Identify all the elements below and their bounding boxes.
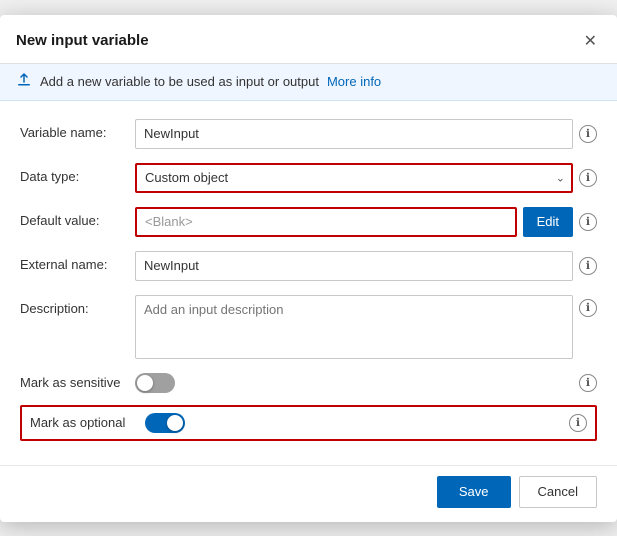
mark-sensitive-label: Mark as sensitive [20, 375, 135, 390]
info-banner: Add a new variable to be used as input o… [0, 64, 617, 101]
description-textarea[interactable] [135, 295, 573, 359]
info-symbol: ℹ [586, 127, 590, 140]
variable-name-label: Variable name: [20, 119, 135, 140]
description-row: Description: ℹ [20, 295, 597, 359]
data-type-control: Custom object Text Number Boolean Date ⌄… [135, 163, 597, 193]
mark-optional-row: Mark as optional ℹ [20, 405, 597, 441]
default-value-row: Default value: Edit ℹ [20, 207, 597, 237]
variable-name-input[interactable] [135, 119, 573, 149]
dialog-footer: Save Cancel [0, 465, 617, 522]
dialog-title: New input variable [16, 32, 149, 49]
description-label: Description: [20, 295, 135, 316]
close-icon: ✕ [584, 31, 597, 51]
external-name-row: External name: ℹ [20, 251, 597, 281]
banner-text: Add a new variable to be used as input o… [40, 74, 319, 89]
data-type-select-wrap: Custom object Text Number Boolean Date ⌄ [135, 163, 573, 193]
info-symbol: ℹ [586, 259, 590, 272]
description-control: ℹ [135, 295, 597, 359]
new-input-variable-dialog: New input variable ✕ Add a new variable … [0, 15, 617, 522]
info-symbol: ℹ [586, 301, 590, 314]
mark-sensitive-row: Mark as sensitive ℹ [20, 373, 597, 393]
info-symbol: ℹ [586, 171, 590, 184]
mark-optional-toggle[interactable] [145, 413, 185, 433]
external-name-control: ℹ [135, 251, 597, 281]
edit-button[interactable]: Edit [523, 207, 573, 237]
variable-name-row: Variable name: ℹ [20, 119, 597, 149]
default-value-info-icon[interactable]: ℹ [579, 213, 597, 231]
toggle-thumb-sensitive [137, 375, 153, 391]
data-type-label: Data type: [20, 163, 135, 184]
save-button[interactable]: Save [437, 476, 511, 508]
upload-icon [16, 72, 32, 92]
close-button[interactable]: ✕ [580, 29, 601, 53]
data-type-info-icon[interactable]: ℹ [579, 169, 597, 187]
mark-sensitive-toggle-wrap: ℹ [135, 373, 597, 393]
mark-optional-inner: Mark as optional ℹ [30, 413, 587, 433]
data-type-row: Data type: Custom object Text Number Boo… [20, 163, 597, 193]
default-value-input[interactable] [135, 207, 517, 237]
info-symbol: ℹ [586, 215, 590, 228]
mark-sensitive-toggle[interactable] [135, 373, 175, 393]
default-value-control: Edit ℹ [135, 207, 597, 237]
variable-name-control: ℹ [135, 119, 597, 149]
toggle-thumb-optional [167, 415, 183, 431]
mark-optional-label: Mark as optional [30, 415, 145, 430]
more-info-link[interactable]: More info [327, 74, 381, 89]
info-symbol: ℹ [576, 416, 580, 429]
cancel-button[interactable]: Cancel [519, 476, 597, 508]
mark-optional-info-icon[interactable]: ℹ [569, 414, 587, 432]
dialog-body: Variable name: ℹ Data type: Custom objec… [0, 101, 617, 465]
dialog-header: New input variable ✕ [0, 15, 617, 64]
variable-name-info-icon[interactable]: ℹ [579, 125, 597, 143]
external-name-input[interactable] [135, 251, 573, 281]
mark-sensitive-info-icon[interactable]: ℹ [579, 374, 597, 392]
data-type-select[interactable]: Custom object Text Number Boolean Date [135, 163, 573, 193]
mark-optional-toggle-wrap: ℹ [145, 413, 587, 433]
external-name-label: External name: [20, 251, 135, 272]
info-symbol: ℹ [586, 376, 590, 389]
description-info-icon[interactable]: ℹ [579, 299, 597, 317]
default-value-label: Default value: [20, 207, 135, 228]
external-name-info-icon[interactable]: ℹ [579, 257, 597, 275]
